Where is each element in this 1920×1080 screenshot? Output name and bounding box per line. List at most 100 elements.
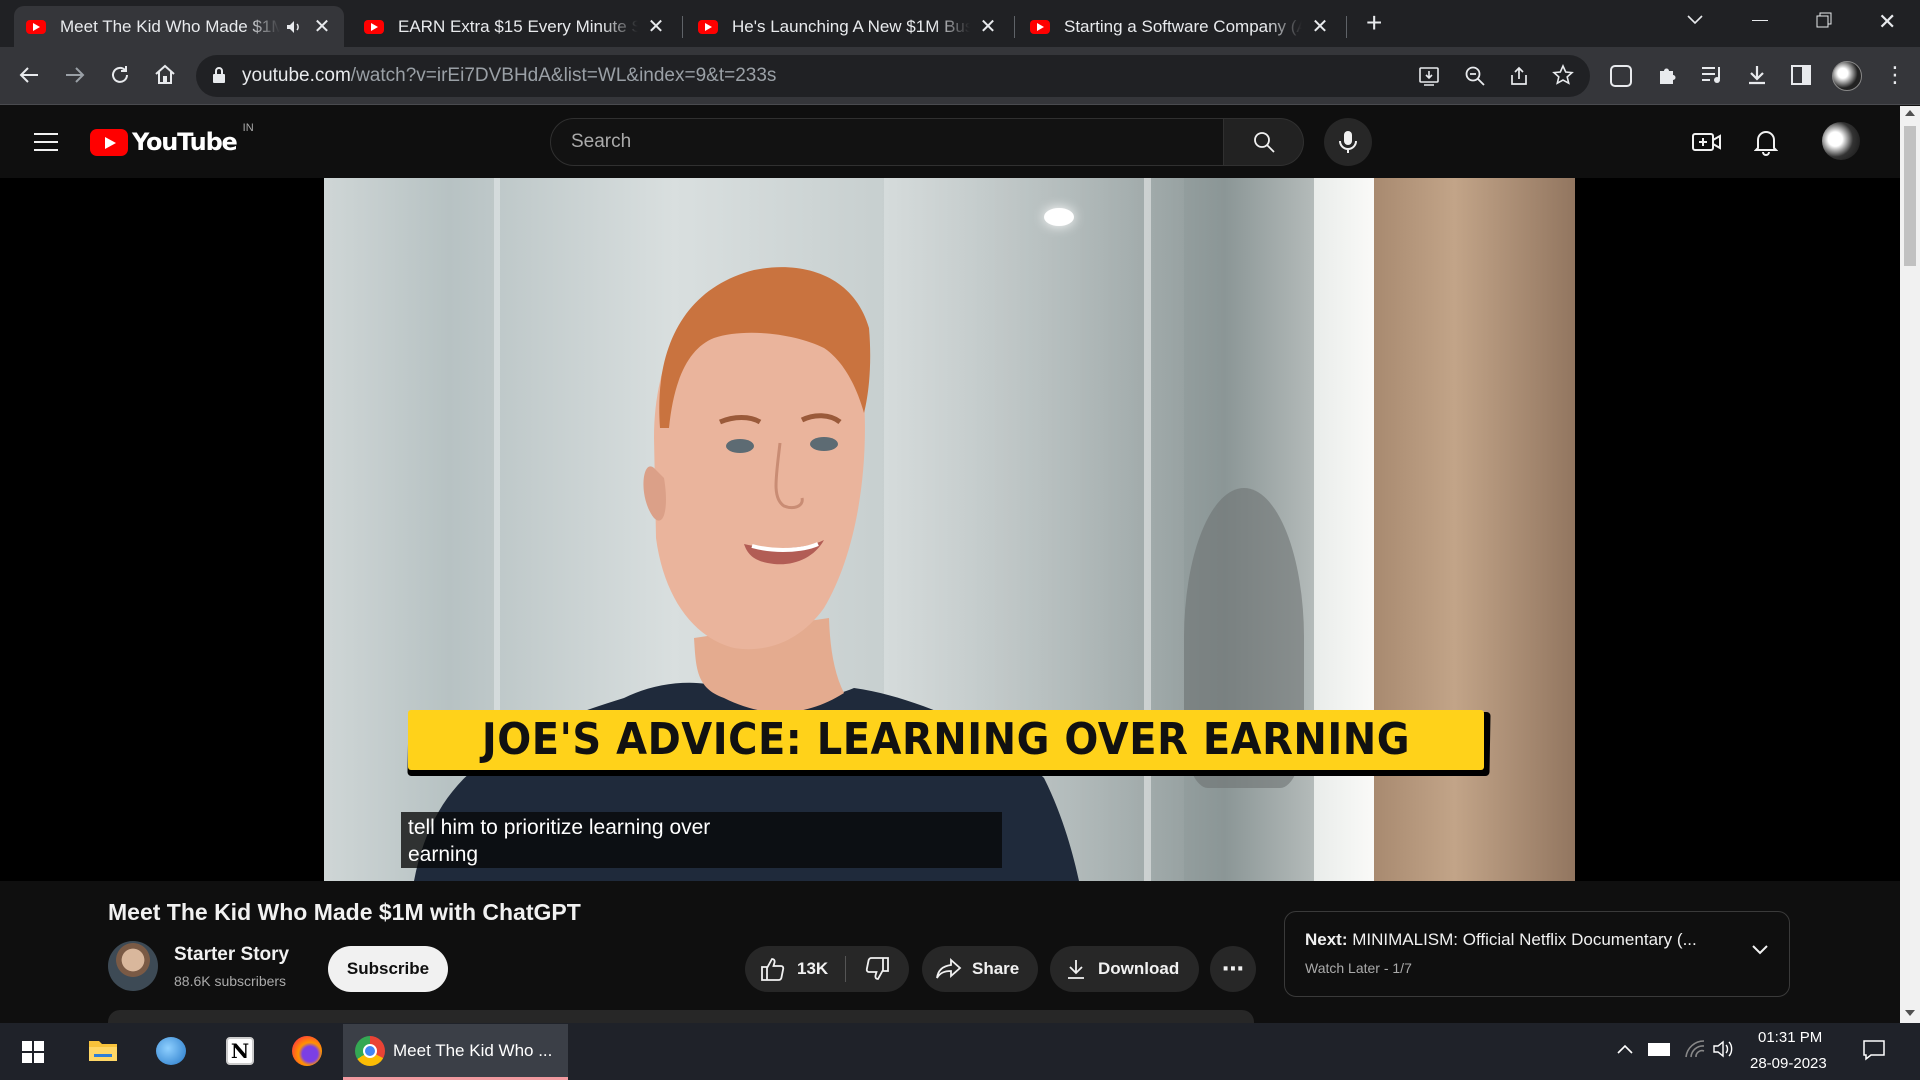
youtube-favicon-icon [1030, 19, 1050, 34]
search-icon [1253, 132, 1275, 153]
share-label: Share [972, 959, 1020, 978]
tab-launching-business[interactable]: He's Launching A New $1M Business ✕ [686, 6, 1010, 47]
chrome-menu-icon[interactable]: ⋮ [1884, 61, 1906, 89]
youtube-logo[interactable]: YouTube IN [90, 122, 254, 156]
url-path: /watch?v=irEi7DVBHdA&list=WL&index=9&t=2… [350, 65, 777, 86]
like-button[interactable]: 13K [745, 956, 845, 982]
browser-toolbar: youtube.com/watch?v=irEi7DVBHdA&list=WL&… [0, 47, 1920, 105]
forward-icon[interactable] [64, 64, 86, 86]
volume-icon[interactable] [1712, 1039, 1734, 1059]
more-actions-button[interactable]: ⋯ [1210, 946, 1256, 992]
windows-taskbar: N Meet The Kid Who ... 01:31 PM 28-09-20… [0, 1023, 1920, 1080]
channel-avatar[interactable] [108, 941, 158, 991]
close-tab-icon[interactable]: ✕ [646, 14, 666, 39]
show-hidden-icons-icon[interactable] [1616, 1043, 1634, 1055]
video-player[interactable]: JOE'S ADVICE: LEARNING OVER EARNING tell… [0, 178, 1900, 881]
tab-title: Meet The Kid Who Made $1M with ChatGPT [60, 16, 280, 36]
browser-tab-strip: Meet The Kid Who Made $1M with ChatGPT ✕… [0, 0, 1920, 47]
voice-search-button[interactable] [1324, 118, 1372, 166]
like-dislike-group: 13K [745, 946, 909, 992]
share-page-icon[interactable] [1508, 65, 1530, 87]
speaker-icon[interactable] [286, 20, 304, 34]
subscribe-button[interactable]: Subscribe [328, 946, 448, 992]
share-button[interactable]: Share [922, 946, 1038, 992]
bookmark-star-icon[interactable] [1552, 64, 1574, 86]
new-tab-button[interactable]: + [1366, 6, 1382, 40]
reload-icon[interactable] [108, 63, 132, 87]
search-box[interactable] [550, 118, 1224, 166]
downloads-icon[interactable] [1745, 63, 1769, 87]
extension-pen-icon[interactable] [1610, 65, 1632, 87]
playlist-next-panel[interactable]: Next: MINIMALISM: Official Netflix Docum… [1284, 911, 1790, 997]
search-button[interactable] [1224, 118, 1304, 166]
notifications-bell-icon[interactable] [1754, 128, 1778, 156]
tab-earn-extra[interactable]: EARN Extra $15 Every Minute SEO ✕ [352, 6, 678, 47]
share-arrow-icon [936, 958, 962, 979]
battery-icon[interactable] [1648, 1043, 1670, 1056]
hamburger-menu-icon[interactable] [34, 132, 58, 152]
download-icon [1068, 960, 1084, 979]
address-bar[interactable]: youtube.com/watch?v=irEi7DVBHdA&list=WL&… [196, 55, 1590, 97]
windows-start-icon[interactable] [22, 1041, 44, 1063]
taskbar-chrome-window[interactable]: Meet The Kid Who ... [343, 1024, 568, 1080]
youtube-logo-text: YouTube [132, 128, 238, 156]
close-tab-icon[interactable]: ✕ [1310, 14, 1330, 39]
clock-date[interactable]: 28-09-2023 [1750, 1055, 1827, 1072]
scroll-up-arrow-icon[interactable] [1905, 110, 1915, 116]
youtube-play-logo-icon [90, 128, 128, 156]
video-frame[interactable]: JOE'S ADVICE: LEARNING OVER EARNING tell… [324, 178, 1575, 881]
video-title: Meet The Kid Who Made $1M with ChatGPT [108, 899, 581, 925]
back-icon[interactable] [18, 64, 40, 86]
scroll-down-arrow-icon[interactable] [1905, 1010, 1915, 1016]
firefox-icon[interactable] [292, 1036, 322, 1066]
search-input[interactable] [571, 129, 1171, 155]
description-box[interactable] [108, 1010, 1254, 1024]
mail-app-icon[interactable] [156, 1037, 186, 1065]
caption-line: earning [408, 843, 479, 866]
channel-name[interactable]: Starter Story [174, 944, 289, 966]
close-tab-icon[interactable]: ✕ [312, 14, 332, 39]
lock-icon[interactable] [212, 67, 226, 84]
tab-separator [1346, 16, 1347, 38]
tab-software-company[interactable]: Starting a Software Company (AI) ✕ [1018, 6, 1342, 47]
home-icon[interactable] [153, 63, 177, 87]
tab-title: EARN Extra $15 Every Minute SEO [398, 16, 638, 36]
tab-title: He's Launching A New $1M Business [732, 16, 970, 36]
zoom-icon[interactable] [1464, 65, 1486, 87]
tab-separator [1014, 16, 1015, 38]
download-button[interactable]: Download [1050, 946, 1199, 992]
notification-center-icon[interactable] [1862, 1039, 1886, 1061]
account-avatar[interactable] [1822, 122, 1860, 160]
tab-meet-the-kid[interactable]: Meet The Kid Who Made $1M with ChatGPT ✕ [14, 6, 344, 47]
clock-time[interactable]: 01:31 PM [1758, 1029, 1822, 1046]
next-prefix: Next: [1305, 930, 1348, 949]
title-banner: JOE'S ADVICE: LEARNING OVER EARNING [408, 710, 1484, 770]
side-panel-icon[interactable] [1790, 64, 1812, 86]
wifi-icon[interactable] [1684, 1039, 1706, 1059]
dislike-button[interactable] [846, 956, 909, 982]
youtube-favicon-icon [364, 19, 384, 34]
url-text[interactable]: youtube.com/watch?v=irEi7DVBHdA&list=WL&… [242, 65, 776, 87]
file-explorer-icon[interactable] [88, 1037, 118, 1063]
thumbs-up-icon [761, 958, 785, 981]
media-queue-icon[interactable] [1700, 64, 1724, 86]
subscriber-count: 88.6K subscribers [174, 973, 287, 989]
create-video-icon[interactable] [1692, 130, 1722, 154]
page-scrollbar[interactable] [1900, 106, 1920, 1023]
restore-icon[interactable] [1816, 12, 1832, 28]
close-tab-icon[interactable]: ✕ [978, 14, 998, 39]
caption-line: tell him to prioritize learning over [408, 816, 711, 839]
minimize-icon[interactable] [1752, 20, 1768, 21]
profile-avatar[interactable] [1832, 61, 1862, 91]
window-close-icon[interactable]: ✕ [1878, 9, 1896, 35]
closed-caption: tell him to prioritize learning over ear… [401, 812, 1002, 868]
extensions-puzzle-icon[interactable] [1656, 63, 1680, 87]
url-host: youtube.com [242, 65, 351, 86]
microphone-icon [1339, 131, 1357, 153]
tab-search-chevron-icon[interactable] [1686, 12, 1704, 26]
notion-icon[interactable]: N [226, 1037, 254, 1065]
more-dots-icon: ⋯ [1222, 956, 1244, 981]
install-app-icon[interactable] [1418, 65, 1440, 87]
scrollbar-thumb[interactable] [1904, 126, 1916, 266]
expand-chevron-icon[interactable] [1751, 944, 1769, 956]
